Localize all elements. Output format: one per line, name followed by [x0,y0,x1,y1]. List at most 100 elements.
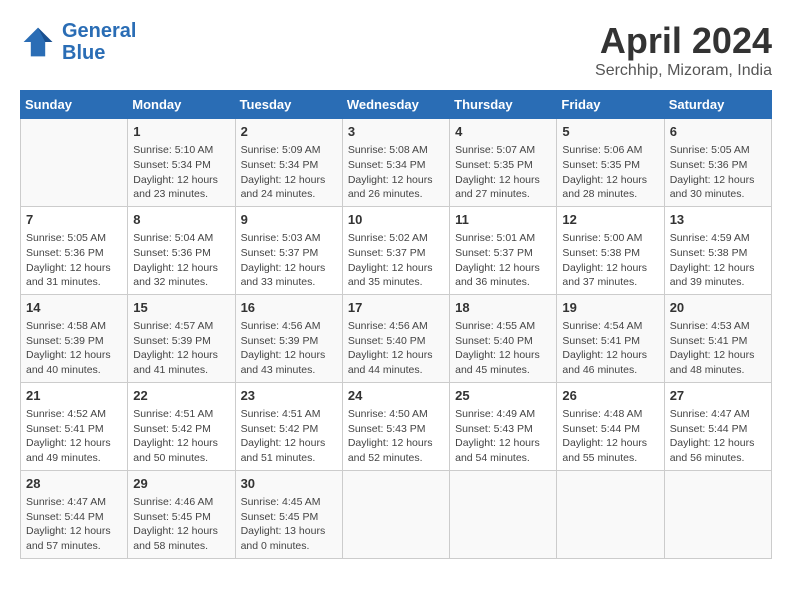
calendar-cell: 3Sunrise: 5:08 AM Sunset: 5:34 PM Daylig… [342,119,449,207]
calendar-cell [450,470,557,558]
day-info: Sunrise: 4:59 AM Sunset: 5:38 PM Dayligh… [670,231,766,290]
column-header-thursday: Thursday [450,91,557,119]
calendar-cell: 26Sunrise: 4:48 AM Sunset: 5:44 PM Dayli… [557,382,664,470]
day-info: Sunrise: 5:08 AM Sunset: 5:34 PM Dayligh… [348,143,444,202]
logo-text: General Blue [62,20,136,64]
calendar-cell: 18Sunrise: 4:55 AM Sunset: 5:40 PM Dayli… [450,294,557,382]
day-info: Sunrise: 5:06 AM Sunset: 5:35 PM Dayligh… [562,143,658,202]
day-info: Sunrise: 4:50 AM Sunset: 5:43 PM Dayligh… [348,407,444,466]
day-number: 6 [670,123,766,141]
week-row-2: 7 Sunrise: 5:05 AM Sunset: 5:36 PM Daylig… [21,206,772,294]
calendar-cell: 30 Sunrise: 4:45 AM Sunset: 5:45 PM Dayli… [235,470,342,558]
day-number: 7 [26,211,122,229]
week-row-5: 28 Sunrise: 4:47 AM Sunset: 5:44 PM Dayli… [21,470,772,558]
calendar-cell [21,119,128,207]
day-number: 2 [241,123,337,141]
calendar-cell: 24 Sunrise: 4:50 AM Sunset: 5:43 PM Dayli… [342,382,449,470]
column-header-saturday: Saturday [664,91,771,119]
column-header-monday: Monday [128,91,235,119]
day-info: Sunrise: 4:45 AM Sunset: 5:45 PM Dayligh… [241,495,337,554]
logo-line2: Blue [62,42,105,64]
day-number: 9 [241,211,337,229]
day-info: Sunrise: 4:47 AM Sunset: 5:44 PM Dayligh… [26,495,122,554]
day-info: Sunrise: 5:02 AM Sunset: 5:37 PM Dayligh… [348,231,444,290]
calendar-cell: 29Sunrise: 4:46 AM Sunset: 5:45 PM Dayli… [128,470,235,558]
calendar-cell: 4Sunrise: 5:07 AM Sunset: 5:35 PM Daylig… [450,119,557,207]
calendar-cell: 6 Sunrise: 5:05 AM Sunset: 5:36 PM Daylig… [664,119,771,207]
day-info: Sunrise: 4:51 AM Sunset: 5:42 PM Dayligh… [241,407,337,466]
calendar-cell: 2 Sunrise: 5:09 AM Sunset: 5:34 PM Daylig… [235,119,342,207]
logo-line1: General [62,20,136,42]
main-title: April 2024 [595,20,772,62]
calendar-cell: 7 Sunrise: 5:05 AM Sunset: 5:36 PM Daylig… [21,206,128,294]
day-info: Sunrise: 5:03 AM Sunset: 5:37 PM Dayligh… [241,231,337,290]
day-number: 8 [133,211,229,229]
day-info: Sunrise: 5:00 AM Sunset: 5:38 PM Dayligh… [562,231,658,290]
day-info: Sunrise: 5:10 AM Sunset: 5:34 PM Dayligh… [133,143,229,202]
day-number: 17 [348,299,444,317]
logo: General Blue [20,20,136,64]
day-info: Sunrise: 5:05 AM Sunset: 5:36 PM Dayligh… [26,231,122,290]
day-number: 25 [455,387,551,405]
calendar-cell: 9 Sunrise: 5:03 AM Sunset: 5:37 PM Daylig… [235,206,342,294]
day-number: 15 [133,299,229,317]
column-header-wednesday: Wednesday [342,91,449,119]
week-row-3: 14 Sunrise: 4:58 AM Sunset: 5:39 PM Dayli… [21,294,772,382]
day-info: Sunrise: 5:01 AM Sunset: 5:37 PM Dayligh… [455,231,551,290]
day-info: Sunrise: 4:57 AM Sunset: 5:39 PM Dayligh… [133,319,229,378]
day-number: 30 [241,475,337,493]
calendar-cell: 22 Sunrise: 4:51 AM Sunset: 5:42 PM Dayli… [128,382,235,470]
day-info: Sunrise: 5:05 AM Sunset: 5:36 PM Dayligh… [670,143,766,202]
day-number: 14 [26,299,122,317]
day-number: 11 [455,211,551,229]
calendar-cell [342,470,449,558]
day-info: Sunrise: 5:09 AM Sunset: 5:34 PM Dayligh… [241,143,337,202]
calendar-cell: 25 Sunrise: 4:49 AM Sunset: 5:43 PM Dayli… [450,382,557,470]
week-row-4: 21Sunrise: 4:52 AM Sunset: 5:41 PM Dayli… [21,382,772,470]
column-header-friday: Friday [557,91,664,119]
day-number: 29 [133,475,229,493]
calendar-cell: 15 Sunrise: 4:57 AM Sunset: 5:39 PM Dayli… [128,294,235,382]
logo-icon [20,24,56,60]
calendar-cell: 23 Sunrise: 4:51 AM Sunset: 5:42 PM Dayli… [235,382,342,470]
title-area: April 2024 Serchhip, Mizoram, India [595,20,772,80]
calendar-cell: 11 Sunrise: 5:01 AM Sunset: 5:37 PM Dayli… [450,206,557,294]
day-number: 20 [670,299,766,317]
day-number: 22 [133,387,229,405]
calendar-cell [557,470,664,558]
day-info: Sunrise: 4:47 AM Sunset: 5:44 PM Dayligh… [670,407,766,466]
calendar-cell: 19Sunrise: 4:54 AM Sunset: 5:41 PM Dayli… [557,294,664,382]
day-number: 4 [455,123,551,141]
day-info: Sunrise: 4:55 AM Sunset: 5:40 PM Dayligh… [455,319,551,378]
column-header-sunday: Sunday [21,91,128,119]
day-number: 12 [562,211,658,229]
day-number: 24 [348,387,444,405]
calendar-cell [664,470,771,558]
calendar-cell: 12 Sunrise: 5:00 AM Sunset: 5:38 PM Dayli… [557,206,664,294]
day-info: Sunrise: 4:51 AM Sunset: 5:42 PM Dayligh… [133,407,229,466]
calendar-cell: 16Sunrise: 4:56 AM Sunset: 5:39 PM Dayli… [235,294,342,382]
day-number: 1 [133,123,229,141]
calendar-cell: 5 Sunrise: 5:06 AM Sunset: 5:35 PM Daylig… [557,119,664,207]
day-number: 5 [562,123,658,141]
calendar-cell: 20 Sunrise: 4:53 AM Sunset: 5:41 PM Dayli… [664,294,771,382]
day-number: 10 [348,211,444,229]
calendar-cell: 8 Sunrise: 5:04 AM Sunset: 5:36 PM Daylig… [128,206,235,294]
day-number: 28 [26,475,122,493]
day-info: Sunrise: 4:54 AM Sunset: 5:41 PM Dayligh… [562,319,658,378]
header: General Blue April 2024 Serchhip, Mizora… [20,20,772,80]
week-row-1: 1 Sunrise: 5:10 AM Sunset: 5:34 PM Daylig… [21,119,772,207]
day-number: 27 [670,387,766,405]
day-number: 23 [241,387,337,405]
calendar-table: SundayMondayTuesdayWednesdayThursdayFrid… [20,90,772,559]
day-info: Sunrise: 4:53 AM Sunset: 5:41 PM Dayligh… [670,319,766,378]
day-info: Sunrise: 4:58 AM Sunset: 5:39 PM Dayligh… [26,319,122,378]
day-info: Sunrise: 4:49 AM Sunset: 5:43 PM Dayligh… [455,407,551,466]
calendar-cell: 27 Sunrise: 4:47 AM Sunset: 5:44 PM Dayli… [664,382,771,470]
day-info: Sunrise: 4:48 AM Sunset: 5:44 PM Dayligh… [562,407,658,466]
day-info: Sunrise: 5:04 AM Sunset: 5:36 PM Dayligh… [133,231,229,290]
calendar-cell: 17Sunrise: 4:56 AM Sunset: 5:40 PM Dayli… [342,294,449,382]
calendar-cell: 14 Sunrise: 4:58 AM Sunset: 5:39 PM Dayli… [21,294,128,382]
calendar-cell: 1 Sunrise: 5:10 AM Sunset: 5:34 PM Daylig… [128,119,235,207]
day-info: Sunrise: 4:56 AM Sunset: 5:39 PM Dayligh… [241,319,337,378]
